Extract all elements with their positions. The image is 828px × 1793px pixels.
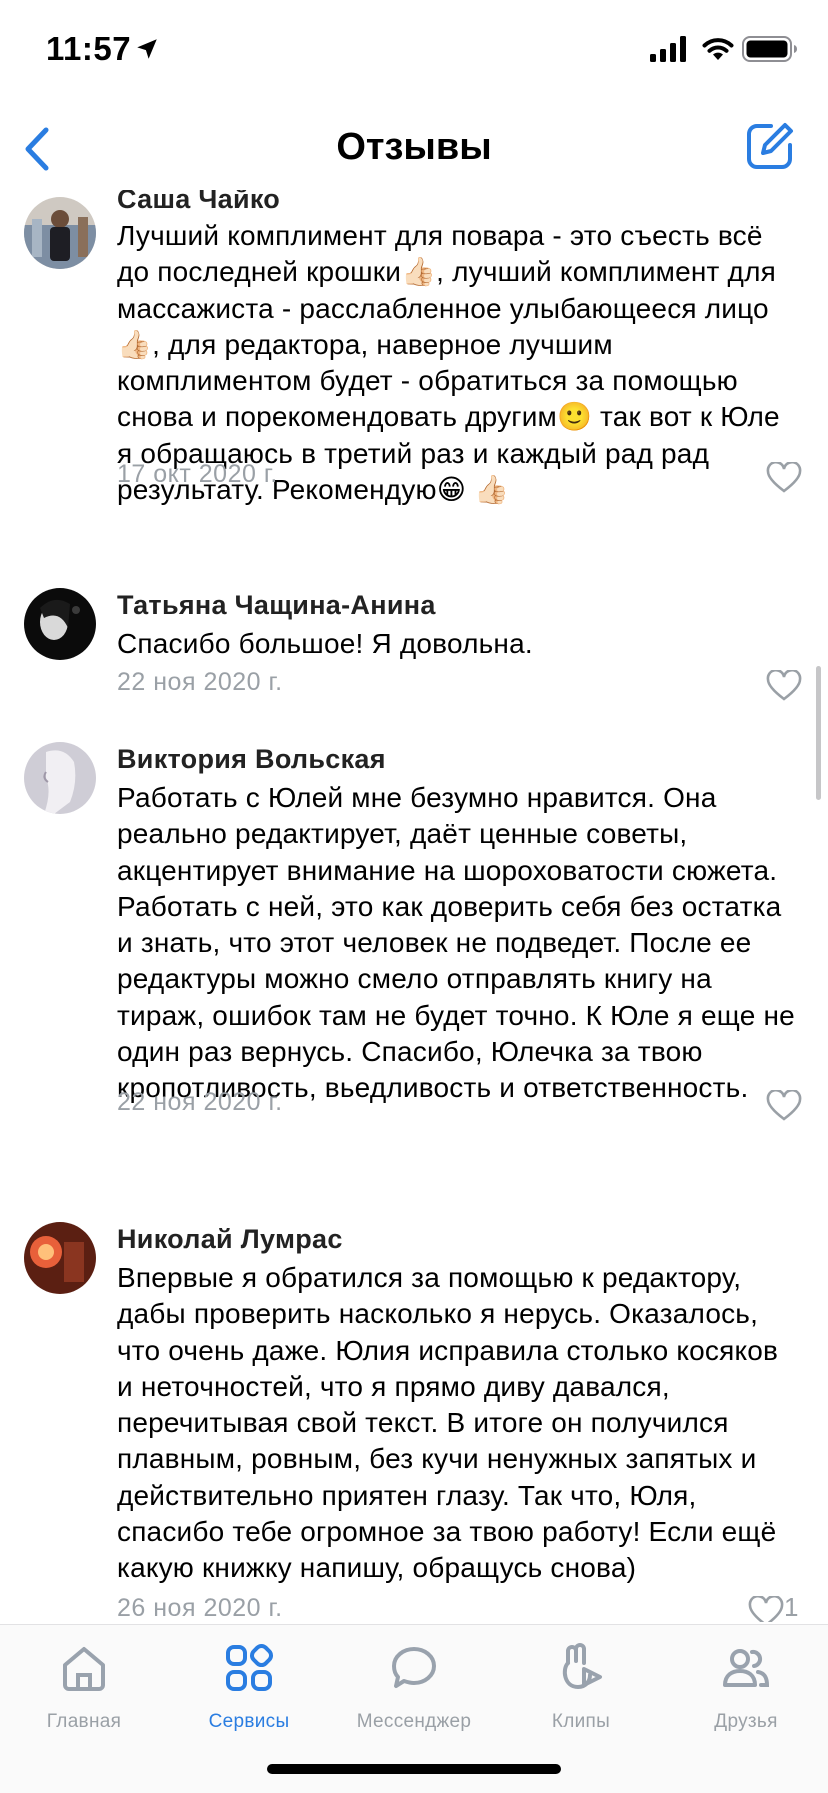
tab-services[interactable]: Сервисы [179,1643,319,1743]
tab-friends[interactable]: Друзья [676,1643,816,1743]
like-heart-icon[interactable] [766,462,802,494]
page-title: Отзывы [336,126,492,168]
tab-clips[interactable]: Клипы [511,1643,651,1743]
clips-icon [562,1643,602,1690]
chat-bubble-icon [392,1647,436,1688]
avatar[interactable] [24,197,96,269]
status-time: 11:57 [46,30,132,67]
tab-messenger[interactable]: Мессенджер [344,1643,484,1743]
review-author[interactable]: Виктория Вольская [117,744,386,775]
tab-label: Главная [46,1711,122,1732]
cellular-signal-icon [650,36,686,62]
review-date: 26 ноя 2020 г. [117,1594,283,1622]
navigation-header: Отзывы [0,100,828,198]
review-date: 22 ноя 2020 г. [117,668,283,696]
compose-review-icon[interactable] [744,120,796,172]
review-date: 22 ноя 2020 г. [117,1088,283,1116]
location-arrow-icon [137,39,157,59]
scrollbar[interactable] [816,666,821,800]
status-bar: 11:57 [0,0,828,100]
reviews-list[interactable]: Саша Чайко Лучший комплимент для повара … [0,190,828,1622]
review-author[interactable]: Саша Чайко [117,190,280,215]
review-author[interactable]: Татьяна Чащина-Анина [117,590,436,621]
review-author[interactable]: Николай Лумрас [117,1224,343,1255]
tab-label: Клипы [551,1711,611,1732]
review-text: Работать с Юлей мне безумно нравится. Он… [117,782,795,1104]
like-heart-icon[interactable] [766,670,802,702]
review-text: Впервые я обратился за помощью к редакто… [117,1262,779,1584]
tab-label: Мессенджер [356,1711,472,1732]
friends-icon [723,1649,770,1687]
review-date: 17 окт 2020 г. [117,460,278,488]
like-count: 1 [784,1592,799,1622]
review-text: Спасибо большое! Я довольна. [117,628,533,659]
home-indicator[interactable] [267,1764,561,1774]
tab-label: Друзья [714,1711,778,1732]
avatar[interactable] [24,742,96,814]
like-heart-icon[interactable] [766,1090,802,1122]
wifi-icon [702,38,734,60]
battery-icon [742,36,797,62]
tab-label: Сервисы [208,1711,290,1732]
avatar[interactable] [24,1222,96,1294]
home-icon [63,1647,105,1691]
like-heart-icon[interactable] [748,1596,784,1622]
services-grid-icon [226,1643,274,1691]
tab-home[interactable]: Главная [14,1643,154,1743]
avatar[interactable] [24,588,96,660]
